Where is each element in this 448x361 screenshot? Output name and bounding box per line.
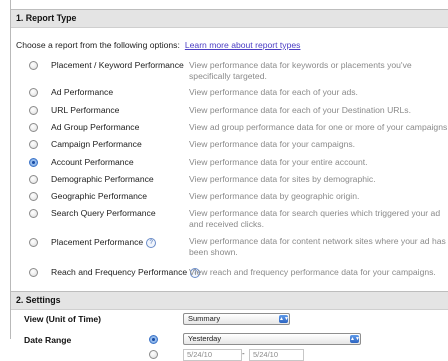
option-description: View performance data for content networ…: [189, 236, 446, 257]
radio-ad[interactable]: [29, 88, 38, 97]
report-option-account[interactable]: Account Performance View performance dat…: [11, 156, 448, 169]
radio-reach-frequency[interactable]: [29, 268, 38, 277]
view-unit-label: View (Unit of Time): [24, 314, 102, 324]
date-range-label: Date Range: [24, 335, 72, 345]
option-description: View performance data for your campaigns…: [189, 139, 356, 149]
report-type-header: 1. Report Type: [11, 9, 448, 28]
radio-placement[interactable]: [29, 238, 38, 247]
report-form: 1. Report Type Choose a report from the …: [10, 0, 448, 361]
report-option-url[interactable]: URL Performance View performance data fo…: [11, 104, 448, 117]
radio-ad-group[interactable]: [29, 123, 38, 132]
option-description: View performance data for sites by demog…: [189, 174, 376, 184]
option-description: View reach and frequency performance dat…: [189, 267, 436, 277]
option-description: View performance data for keywords or pl…: [189, 60, 412, 81]
choose-report-text: Choose a report from the following optio…: [16, 40, 300, 50]
view-unit-value: Summary: [188, 314, 221, 323]
radio-url[interactable]: [29, 106, 38, 115]
radio-campaign[interactable]: [29, 140, 38, 149]
report-option-placement-keyword[interactable]: Placement / Keyword Performance View per…: [11, 59, 448, 81]
date-range-select[interactable]: Yesterday ▲▼: [183, 333, 361, 345]
option-description: View performance data by geographic orig…: [189, 191, 360, 201]
date-separator: -: [242, 349, 245, 358]
report-option-ad[interactable]: Ad Performance View performance data for…: [11, 86, 448, 99]
settings-header: 2. Settings: [11, 291, 448, 310]
option-description: View performance data for each of your a…: [189, 87, 358, 97]
option-label: Account Performance: [51, 157, 134, 167]
radio-search-query[interactable]: [29, 209, 38, 218]
option-label: Geographic Performance: [51, 191, 148, 201]
radio-date-preset-selected[interactable]: [149, 335, 158, 344]
option-description: View ad group performance data for one o…: [189, 122, 448, 132]
date-from-input[interactable]: 5/24/10: [183, 349, 242, 361]
date-to-input[interactable]: 5/24/10: [249, 349, 304, 361]
up-down-arrows-icon: ▲▼: [279, 315, 289, 323]
report-option-geographic[interactable]: Geographic Performance View performance …: [11, 190, 448, 203]
option-label: Reach and Frequency Performance: [51, 267, 188, 277]
option-description: View performance data for each of your D…: [189, 105, 411, 115]
option-description: View performance data for your entire ac…: [189, 157, 368, 167]
radio-account-selected[interactable]: [29, 158, 38, 167]
up-down-arrows-icon: ▲▼: [350, 335, 360, 343]
option-label: Demographic Performance: [51, 174, 154, 184]
report-option-placement[interactable]: Placement Performance? View performance …: [11, 235, 448, 257]
help-question-icon[interactable]: ?: [146, 237, 157, 248]
view-unit-select[interactable]: Summary ▲▼: [183, 313, 290, 325]
choose-report-label: Choose a report from the following optio…: [16, 40, 180, 50]
option-label: URL Performance: [51, 105, 120, 115]
option-label: Search Query Performance: [51, 208, 156, 218]
option-label: Ad Group Performance: [51, 122, 140, 132]
radio-geographic[interactable]: [29, 192, 38, 201]
option-label: Placement / Keyword Performance: [51, 60, 184, 70]
report-option-demographic[interactable]: Demographic Performance View performance…: [11, 173, 448, 186]
report-option-campaign[interactable]: Campaign Performance View performance da…: [11, 138, 448, 151]
radio-date-custom[interactable]: [149, 350, 158, 359]
option-label: Ad Performance: [51, 87, 114, 97]
report-option-ad-group[interactable]: Ad Group Performance View ad group perfo…: [11, 121, 448, 134]
option-label: Placement Performance: [51, 237, 144, 247]
radio-placement-keyword[interactable]: [29, 61, 38, 70]
option-description: View performance data for search queries…: [189, 208, 441, 229]
report-option-search-query[interactable]: Search Query Performance View performanc…: [11, 207, 448, 229]
report-option-reach-frequency[interactable]: Reach and Frequency Performance? View re…: [11, 266, 448, 279]
learn-more-report-types-link[interactable]: Learn more about report types: [185, 40, 301, 50]
radio-demographic[interactable]: [29, 175, 38, 184]
option-label-wrap: Reach and Frequency Performance?: [51, 267, 201, 278]
option-label: Campaign Performance: [51, 139, 142, 149]
option-label-wrap: Placement Performance?: [51, 237, 157, 248]
